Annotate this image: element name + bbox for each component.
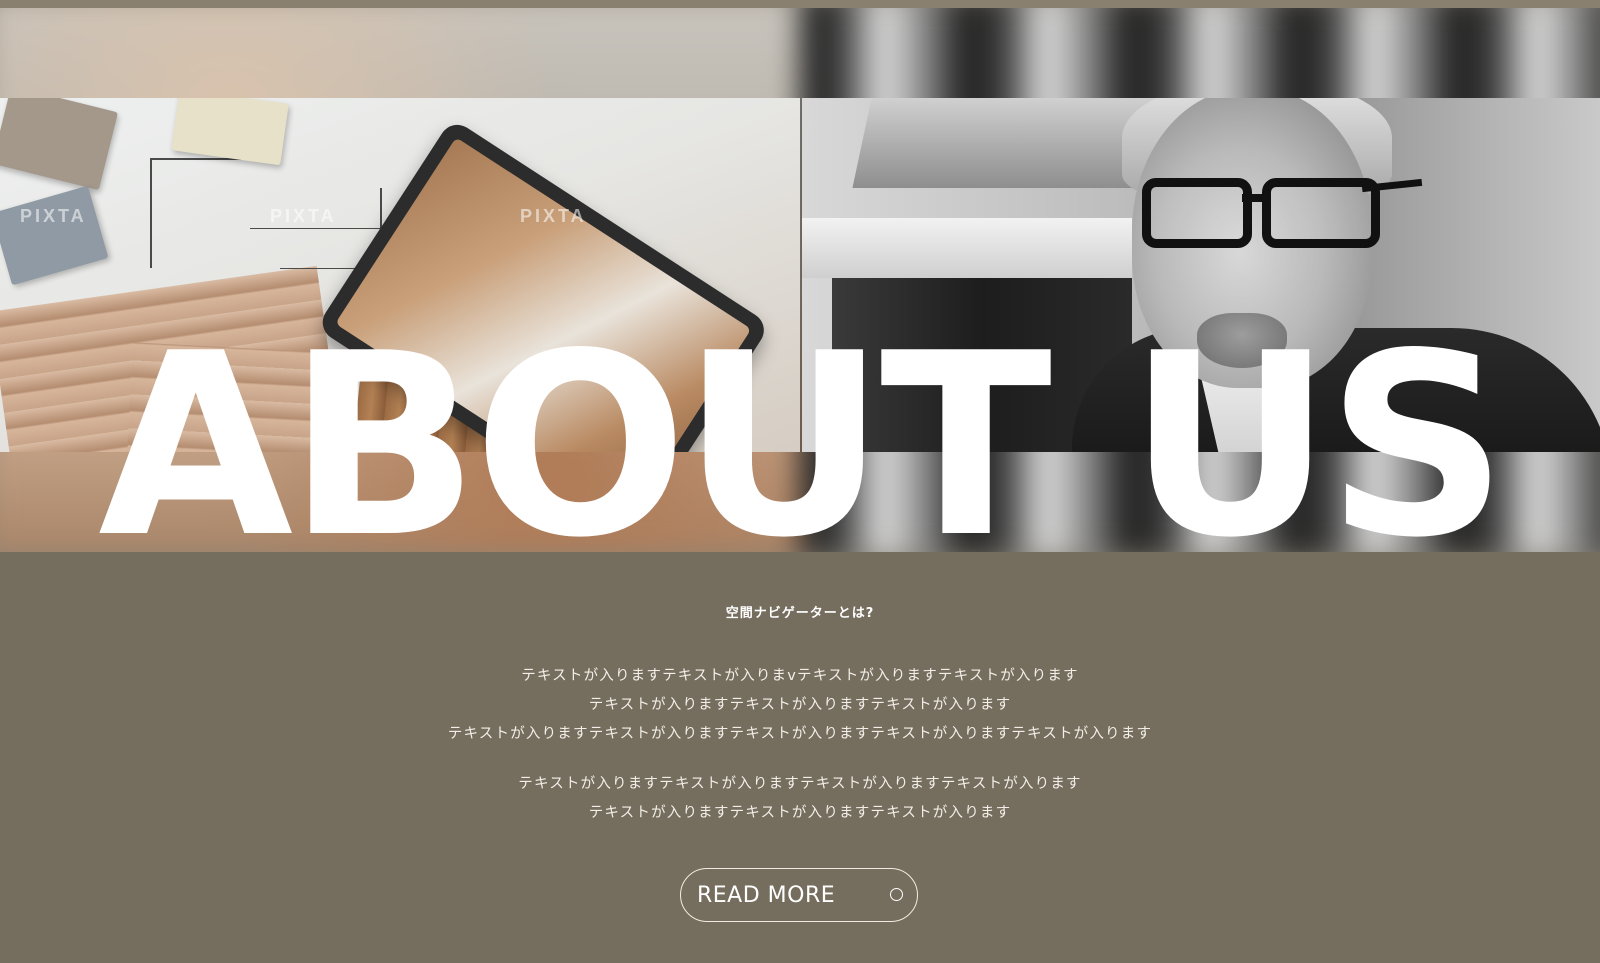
glasses-left-lens — [1142, 178, 1252, 248]
read-more-label: READ MORE — [697, 882, 836, 908]
circle-icon — [890, 888, 903, 901]
paragraph-line: テキストが入りますテキストが入りますテキストが入ります — [588, 805, 1012, 821]
page-title: ABOUT US — [98, 300, 1508, 553]
intro-paragraph-1: テキストが入りますテキストが入りまvテキストが入りますテキストが入ります テキス… — [0, 662, 1600, 749]
paragraph-line: テキストが入りますテキストが入りますテキストが入ります — [588, 697, 1012, 713]
paragraph-line: テキストが入りますテキストが入りまvテキストが入りますテキストが入ります — [521, 668, 1079, 684]
intro-paragraph-2: テキストが入りますテキストが入りますテキストが入りますテキストが入ります テキス… — [0, 770, 1600, 828]
watermark-text: PIXTA — [20, 206, 87, 226]
paragraph-line: テキストが入りますテキストが入りますテキストが入りますテキストが入ります — [518, 776, 1082, 792]
watermark-text: PIXTA — [270, 206, 337, 226]
read-more-button[interactable]: READ MORE — [680, 868, 918, 922]
hero-section: PIXTA PIXTA PIXTA ABOUT US — [0, 0, 1600, 552]
paragraph-line: テキストが入りますテキストが入りますテキストが入りますテキストが入りますテキスト… — [447, 726, 1153, 742]
section-subheading: 空間ナビゲーターとは? — [725, 606, 875, 621]
watermark-text: PIXTA — [520, 206, 587, 226]
